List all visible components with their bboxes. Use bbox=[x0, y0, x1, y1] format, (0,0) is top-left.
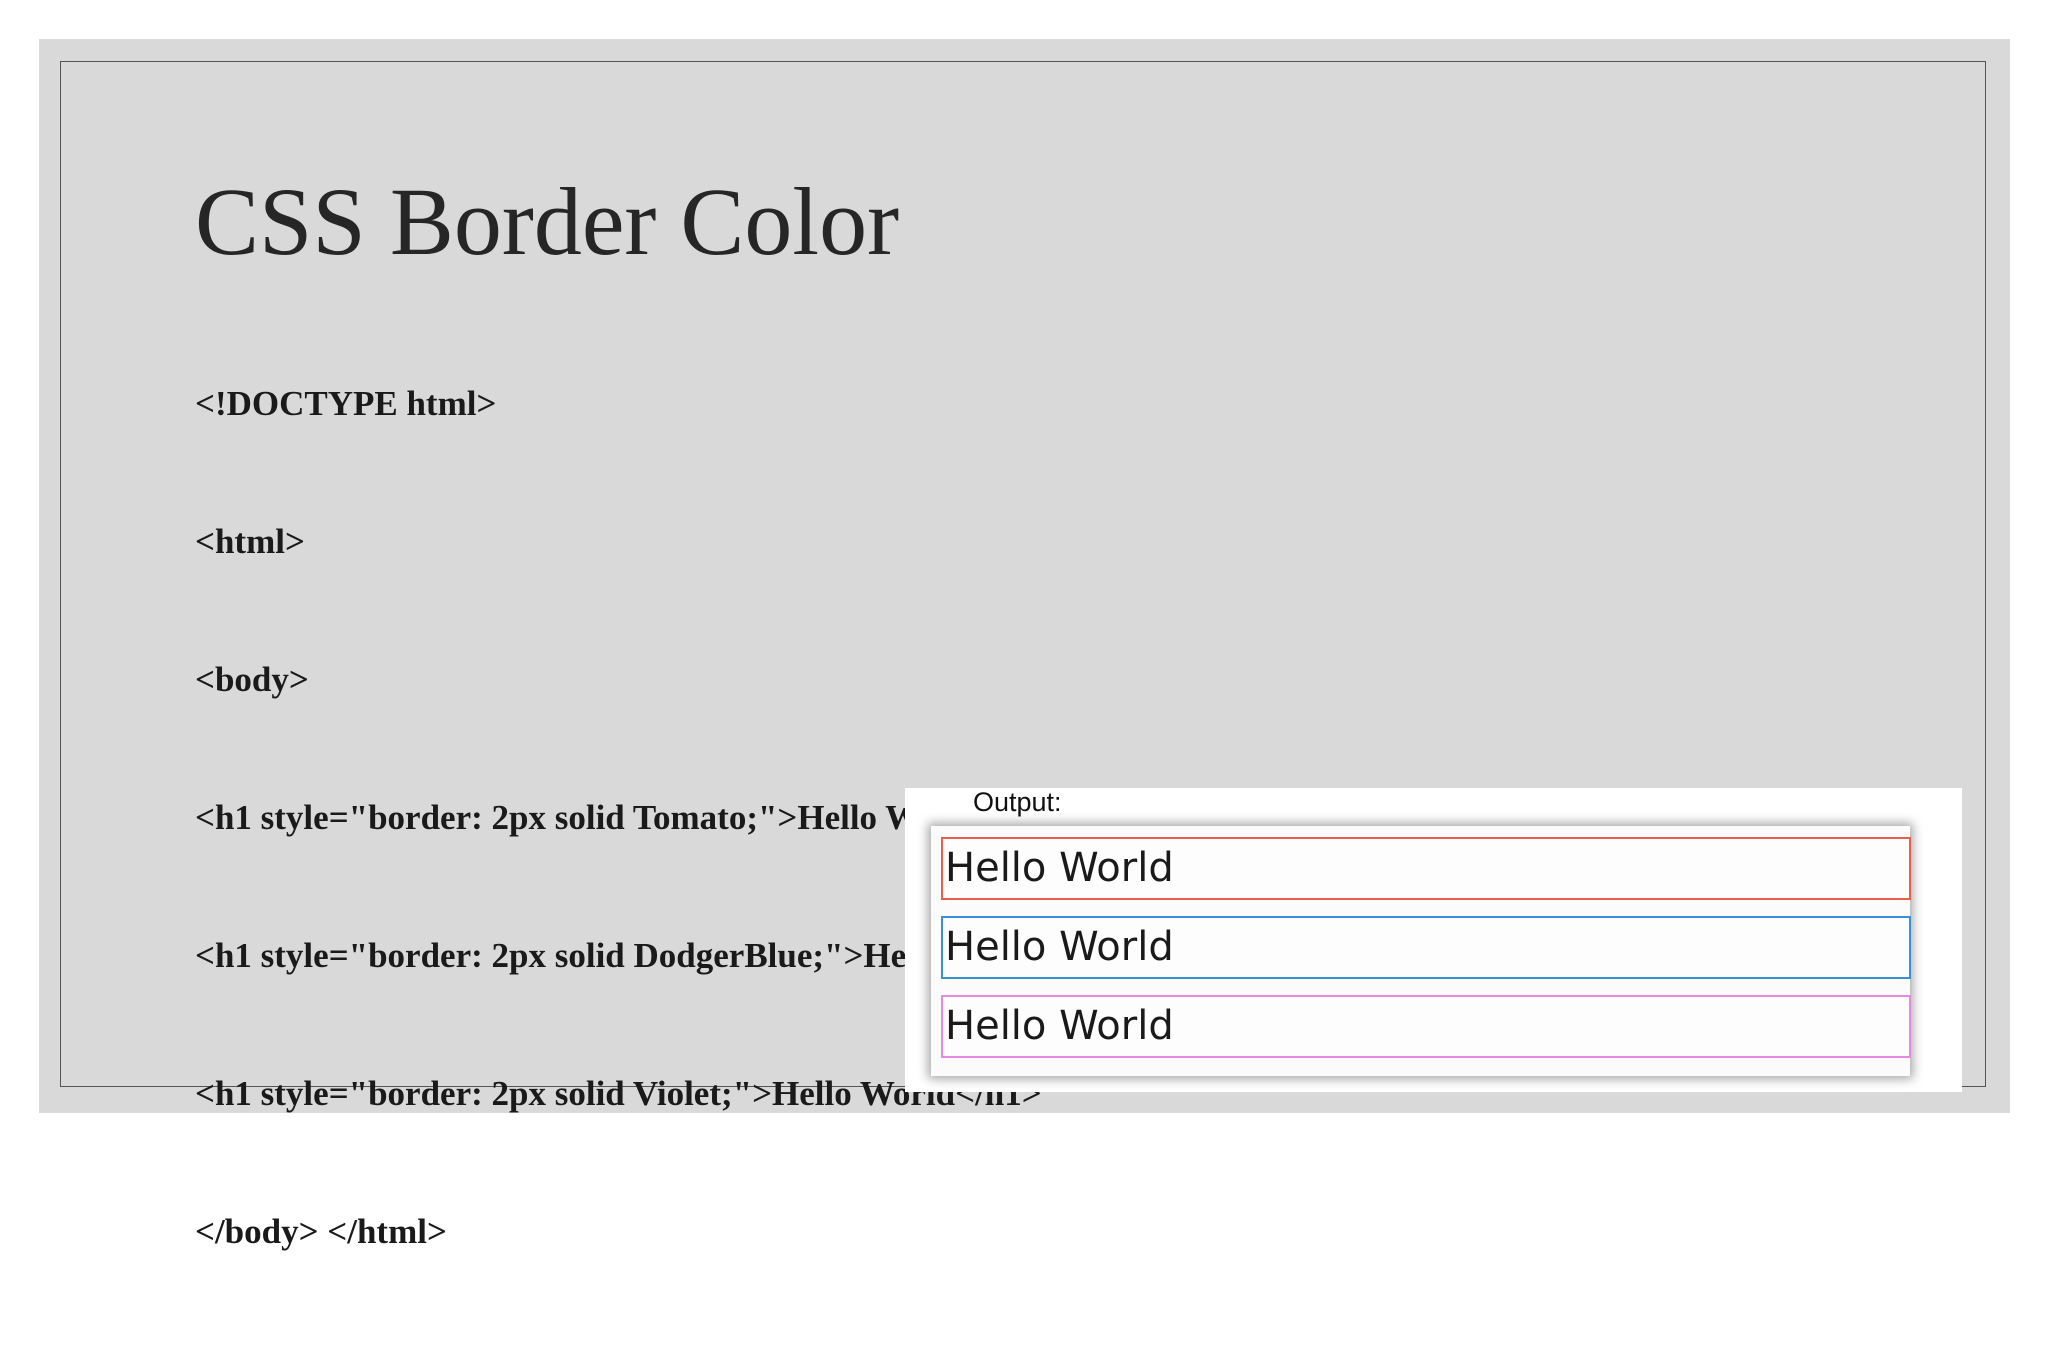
code-line: <html> bbox=[195, 522, 305, 561]
hello-heading-dodgerblue: Hello World bbox=[941, 916, 1911, 979]
code-line: <!DOCTYPE html> bbox=[195, 384, 497, 423]
code-line: </body> </html> bbox=[195, 1212, 447, 1251]
output-render-box: Hello World Hello World Hello World bbox=[931, 826, 1911, 1076]
hello-heading-tomato: Hello World bbox=[941, 837, 1911, 900]
slide: CSS Border Color <!DOCTYPE html> <html> … bbox=[39, 39, 2010, 1251]
hello-heading-violet: Hello World bbox=[941, 995, 1911, 1058]
output-screenshot: Output: Hello World Hello World Hello Wo… bbox=[905, 787, 1962, 1092]
slide-title: CSS Border Color bbox=[195, 168, 900, 275]
output-label: Output: bbox=[973, 787, 1062, 817]
code-line: <body> bbox=[195, 660, 309, 699]
